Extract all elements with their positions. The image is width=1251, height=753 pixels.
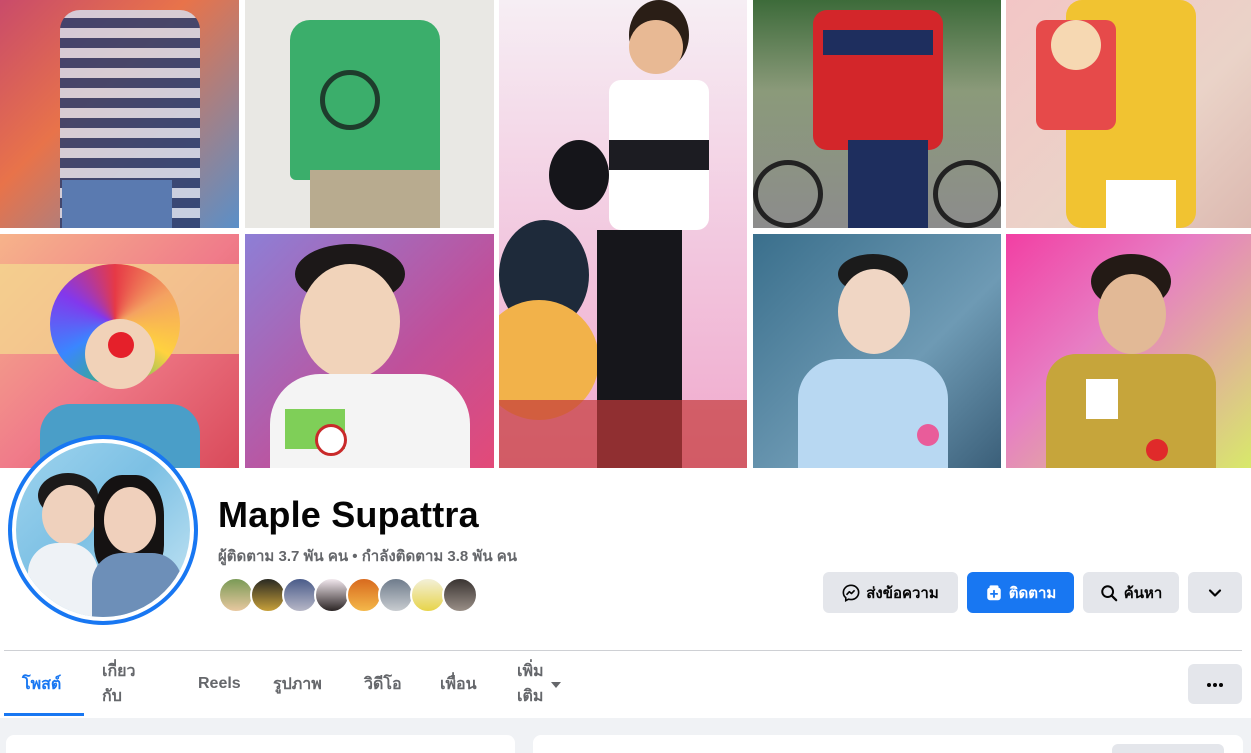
follower-avatar[interactable] <box>282 577 318 613</box>
messenger-icon <box>842 584 860 602</box>
tab-reels[interactable]: Reels <box>198 652 241 716</box>
cover-photo[interactable] <box>0 0 1251 468</box>
follower-avatar[interactable] <box>378 577 414 613</box>
tab-label: วิดีโอ <box>364 675 402 693</box>
cover-tile <box>499 0 747 468</box>
header-divider <box>4 650 1242 651</box>
cover-tile <box>753 234 1001 468</box>
message-button[interactable]: ส่งข้อความ <box>823 572 958 613</box>
cover-tile <box>0 0 239 228</box>
follower-avatar[interactable] <box>250 577 286 613</box>
cover-tile <box>245 0 494 228</box>
follower-stats[interactable]: ผู้ติดตาม 3.7 พัน คน • กำลังติดตาม 3.8 พ… <box>218 544 517 568</box>
search-button-label: ค้นหา <box>1123 584 1163 602</box>
follow-button[interactable]: ติดตาม <box>967 572 1074 613</box>
profile-header-card: Maple Supattra ผู้ติดตาม 3.7 พัน คน • กำ… <box>0 0 1251 718</box>
message-button-label: ส่งข้อความ <box>866 584 939 602</box>
follower-avatar[interactable] <box>218 577 254 613</box>
filters-button[interactable] <box>1112 744 1224 753</box>
tab-label: เพื่อน <box>440 675 477 693</box>
active-tab-indicator <box>4 713 84 716</box>
cover-tile <box>1006 234 1251 468</box>
cover-tile <box>245 234 494 468</box>
caret-down-icon <box>550 682 561 688</box>
search-button[interactable]: ค้นหา <box>1083 572 1179 613</box>
tab-photos[interactable]: รูปภาพ <box>273 652 322 716</box>
tab-label: เพิ่มเติม <box>517 663 544 705</box>
tab-label: โพสต์ <box>22 675 62 693</box>
intro-card <box>6 735 515 753</box>
posts-card <box>533 735 1243 753</box>
search-icon <box>1100 584 1118 602</box>
chevron-down-icon <box>1208 586 1222 600</box>
profile-more-options-button[interactable] <box>1188 664 1242 704</box>
ellipsis-icon <box>1206 675 1224 693</box>
tab-label: เกี่ยวกับ <box>102 663 136 705</box>
follower-avatar[interactable] <box>442 577 478 613</box>
tab-label: รูปภาพ <box>273 675 322 693</box>
follower-avatar[interactable] <box>346 577 382 613</box>
profile-avatar[interactable] <box>8 435 198 625</box>
cover-tile <box>753 0 1001 228</box>
follow-button-label: ติดตาม <box>1008 584 1057 602</box>
cover-tile <box>0 234 239 468</box>
tab-videos[interactable]: วิดีโอ <box>364 652 402 716</box>
follower-avatar[interactable] <box>410 577 446 613</box>
tab-about[interactable]: เกี่ยวกับ <box>102 652 136 716</box>
follower-avatar[interactable] <box>314 577 350 613</box>
tab-more[interactable]: เพิ่มเติม <box>517 652 561 716</box>
tab-label: Reels <box>198 675 241 692</box>
follow-plus-icon <box>985 584 1003 602</box>
avatar-photo <box>16 443 190 617</box>
tab-posts[interactable]: โพสต์ <box>22 652 61 716</box>
tab-friends[interactable]: เพื่อน <box>440 652 477 716</box>
follower-avatars[interactable] <box>218 577 478 613</box>
expand-actions-button[interactable] <box>1188 572 1242 613</box>
cover-tile <box>1006 0 1251 228</box>
profile-name: Maple Supattra <box>218 494 479 535</box>
